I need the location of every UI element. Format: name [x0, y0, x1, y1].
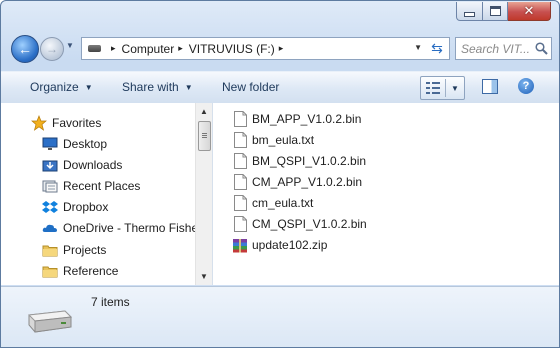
caption-buttons: ✕ — [456, 2, 551, 21]
file-item[interactable]: CM_APP_V1.0.2.bin — [232, 172, 362, 192]
scroll-up-icon[interactable]: ▲ — [200, 107, 208, 116]
file-name: update102.zip — [252, 238, 328, 252]
organize-button[interactable]: Organize ▼ — [30, 80, 93, 94]
share-with-label: Share with — [122, 80, 179, 94]
navigation-scrollbar[interactable]: ▲ ▼ — [195, 103, 212, 285]
search-box[interactable]: Search VIT... — [455, 37, 552, 60]
sidebar-item-reference[interactable]: Reference — [42, 261, 118, 281]
minimize-icon — [464, 11, 475, 17]
file-name: bm_eula.txt — [252, 133, 315, 147]
minimize-button[interactable] — [456, 2, 483, 21]
preview-pane-icon[interactable] — [482, 79, 498, 94]
usb-drive-icon — [25, 305, 73, 338]
document-icon — [232, 215, 248, 233]
breadcrumb-separator-icon[interactable]: ▸ — [111, 43, 116, 54]
sidebar-item-label: Reference — [63, 264, 119, 278]
change-view-button[interactable]: ▼ — [420, 76, 465, 100]
share-with-button[interactable]: Share with ▼ — [122, 80, 193, 94]
file-list: BM_APP_V1.0.2.bin bm_eula.txt BM_QSPI_V1… — [213, 103, 559, 285]
sidebar-item-label: Dropbox — [63, 200, 109, 214]
organize-label: Organize — [30, 80, 79, 94]
document-icon — [232, 152, 248, 170]
document-icon — [232, 110, 248, 128]
chevron-down-icon: ▼ — [184, 82, 193, 92]
desktop-icon — [42, 136, 58, 152]
file-name: cm_eula.txt — [252, 196, 314, 210]
details-pane: 7 items — [1, 286, 559, 347]
recent-pages-dropdown-icon[interactable]: ▼ — [66, 41, 74, 50]
explorer-window: ✕ ← → ▼ ▸ Computer ▸ VITRUVIUS (F:) ▸ ▼ … — [0, 0, 560, 348]
file-name: BM_QSPI_V1.0.2.bin — [252, 154, 367, 168]
sidebar-item-label: OneDrive - Thermo Fisher — [63, 221, 195, 235]
chevron-down-icon[interactable]: ▼ — [446, 84, 464, 93]
breadcrumb-drive[interactable]: VITRUVIUS (F:) — [189, 42, 275, 56]
breadcrumb-separator-icon[interactable]: ▸ — [178, 43, 183, 54]
scrollbar-thumb[interactable] — [198, 121, 211, 151]
refresh-icon: ⇆ — [431, 40, 443, 56]
navigation-pane: Favorites Desktop Downloads Recent Place… — [1, 103, 195, 285]
grip-line — [202, 137, 207, 138]
forward-button[interactable]: → — [40, 37, 64, 61]
sidebar-item-recent-places[interactable]: Recent Places — [42, 176, 140, 196]
grip-line — [202, 133, 207, 134]
zip-archive-icon — [232, 236, 248, 254]
help-icon[interactable]: ? — [518, 78, 534, 94]
sidebar-item-downloads[interactable]: Downloads — [42, 155, 122, 175]
recent-places-icon — [42, 178, 58, 194]
star-icon — [31, 115, 47, 131]
refresh-button[interactable]: ⇆ — [425, 37, 450, 60]
document-icon — [232, 173, 248, 191]
item-count: 7 items — [91, 295, 130, 309]
forward-arrow-icon: → — [46, 42, 58, 56]
back-button[interactable]: ← — [11, 35, 39, 63]
new-folder-button[interactable]: New folder — [222, 80, 279, 94]
sidebar-item-dropbox[interactable]: Dropbox — [42, 197, 108, 217]
address-dropdown-icon[interactable]: ▼ — [414, 43, 422, 52]
sidebar-item-projects[interactable]: Projects — [42, 240, 106, 260]
close-icon: ✕ — [523, 3, 535, 19]
drive-icon — [88, 45, 101, 52]
address-bar[interactable]: ▸ Computer ▸ VITRUVIUS (F:) ▸ ▼ — [81, 37, 427, 60]
file-name: CM_APP_V1.0.2.bin — [252, 175, 363, 189]
sidebar-item-label: Favorites — [52, 116, 102, 130]
scroll-down-icon[interactable]: ▼ — [200, 272, 208, 281]
file-item[interactable]: BM_APP_V1.0.2.bin — [232, 109, 361, 129]
view-list-icon — [421, 82, 445, 94]
sidebar-item-label: Projects — [63, 243, 107, 257]
downloads-icon — [42, 157, 58, 173]
document-icon — [232, 194, 248, 212]
file-item[interactable]: bm_eula.txt — [232, 130, 314, 150]
file-name: BM_APP_V1.0.2.bin — [252, 112, 362, 126]
sidebar-item-label: Downloads — [63, 158, 123, 172]
main-area: Favorites Desktop Downloads Recent Place… — [1, 103, 559, 285]
maximize-button[interactable] — [483, 2, 508, 21]
sidebar-item-desktop[interactable]: Desktop — [42, 134, 107, 154]
close-button[interactable]: ✕ — [508, 2, 551, 21]
file-item[interactable]: update102.zip — [232, 235, 327, 255]
grip-line — [202, 135, 207, 136]
sidebar-item-favorites[interactable]: Favorites — [31, 113, 101, 133]
search-input[interactable]: Search VIT... — [456, 42, 534, 56]
maximize-icon — [489, 6, 501, 16]
breadcrumb-computer[interactable]: Computer — [122, 42, 175, 56]
sidebar-item-label: Recent Places — [63, 179, 141, 193]
document-icon — [232, 131, 248, 149]
dropbox-icon — [42, 199, 58, 215]
file-item[interactable]: BM_QSPI_V1.0.2.bin — [232, 151, 366, 171]
back-arrow-icon: ← — [18, 41, 32, 57]
sidebar-item-label: Desktop — [63, 137, 108, 151]
search-icon[interactable] — [534, 40, 548, 58]
command-bar: Organize ▼ Share with ▼ New folder ▼ ? — [1, 71, 559, 104]
sidebar-item-onedrive[interactable]: OneDrive - Thermo Fisher — [42, 218, 195, 238]
breadcrumb-separator-icon[interactable]: ▸ — [279, 43, 284, 54]
folder-icon — [42, 263, 58, 279]
new-folder-label: New folder — [222, 80, 280, 94]
chevron-down-icon: ▼ — [84, 82, 93, 92]
file-name: CM_QSPI_V1.0.2.bin — [252, 217, 367, 231]
onedrive-icon — [42, 220, 58, 236]
folder-icon — [42, 242, 58, 258]
navigation-bar: ← → ▼ ▸ Computer ▸ VITRUVIUS (F:) ▸ ▼ ⇆ … — [11, 35, 552, 65]
file-item[interactable]: CM_QSPI_V1.0.2.bin — [232, 214, 367, 234]
file-item[interactable]: cm_eula.txt — [232, 193, 313, 213]
